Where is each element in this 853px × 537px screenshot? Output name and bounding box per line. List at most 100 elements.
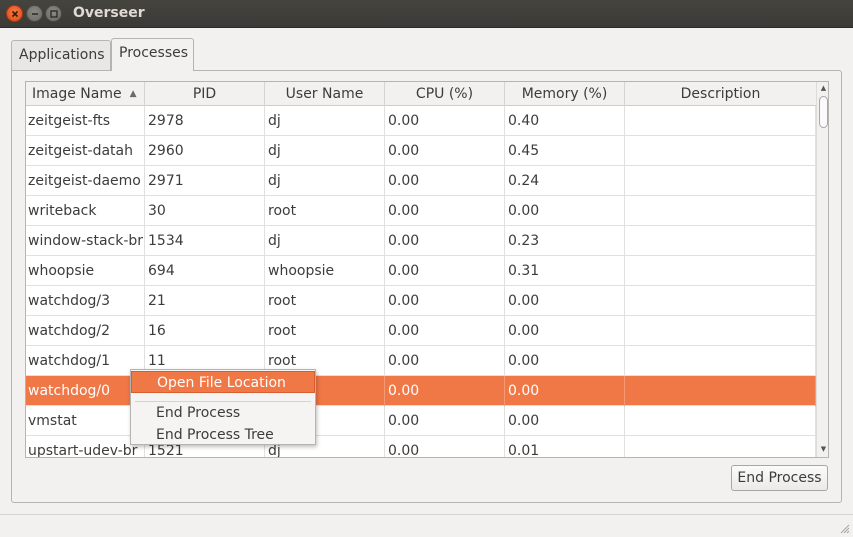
cell-image-name: zeitgeist-daemo (26, 166, 145, 196)
table-row[interactable]: watchdog/3 21 root 0.00 0.00 (26, 286, 816, 316)
table-row[interactable]: whoopsie 694 whoopsie 0.00 0.31 (26, 256, 816, 286)
status-bar (0, 514, 853, 537)
cell-description (625, 286, 816, 316)
cell-cpu: 0.00 (385, 136, 505, 166)
close-icon (11, 10, 19, 18)
column-header-memory[interactable]: Memory (%) (505, 82, 625, 106)
cell-memory: 0.00 (505, 196, 625, 226)
cell-cpu: 0.00 (385, 196, 505, 226)
cell-memory: 0.45 (505, 136, 625, 166)
scroll-down-icon[interactable]: ▼ (819, 445, 828, 454)
cell-memory: 0.00 (505, 346, 625, 376)
cell-image-name: watchdog/0 (26, 376, 145, 406)
cell-memory: 0.31 (505, 256, 625, 286)
table-row[interactable]: window-stack-br 1534 dj 0.00 0.23 (26, 226, 816, 256)
cell-user-name: dj (265, 136, 385, 166)
cell-image-name: upstart-udev-br (26, 436, 145, 457)
cell-image-name: watchdog/1 (26, 346, 145, 376)
tab-applications[interactable]: Applications (11, 40, 111, 70)
cell-user-name: whoopsie (265, 256, 385, 286)
table-row[interactable]: zeitgeist-daemo 2971 dj 0.00 0.24 (26, 166, 816, 196)
menu-item-end-process[interactable]: End Process (131, 402, 315, 424)
table-row[interactable]: writeback 30 root 0.00 0.00 (26, 196, 816, 226)
column-header-user-name[interactable]: User Name (265, 82, 385, 106)
cell-pid: 2971 (145, 166, 265, 196)
sort-ascending-icon: ▲ (129, 89, 137, 99)
column-header-description[interactable]: Description (625, 82, 816, 106)
cell-image-name: zeitgeist-fts (26, 106, 145, 136)
cell-user-name: root (265, 316, 385, 346)
column-label: Image Name (32, 86, 122, 102)
cell-cpu: 0.00 (385, 166, 505, 196)
cell-pid: 2978 (145, 106, 265, 136)
cell-description (625, 256, 816, 286)
minimize-icon (32, 13, 38, 15)
cell-cpu: 0.00 (385, 286, 505, 316)
cell-memory: 0.01 (505, 436, 625, 457)
maximize-window-button[interactable] (45, 5, 62, 22)
cell-cpu: 0.00 (385, 316, 505, 346)
cell-cpu: 0.00 (385, 226, 505, 256)
cell-image-name: writeback (26, 196, 145, 226)
scroll-up-icon[interactable]: ▲ (819, 84, 828, 93)
cell-description (625, 376, 816, 406)
cell-description (625, 106, 816, 136)
cell-description (625, 196, 816, 226)
cell-memory: 0.00 (505, 406, 625, 436)
cell-cpu: 0.00 (385, 346, 505, 376)
cell-description (625, 226, 816, 256)
cell-image-name: window-stack-br (26, 226, 145, 256)
column-header-pid[interactable]: PID (145, 82, 265, 106)
cell-pid: 21 (145, 286, 265, 316)
cell-image-name: watchdog/2 (26, 316, 145, 346)
tab-processes[interactable]: Processes (111, 38, 194, 71)
cell-pid: 694 (145, 256, 265, 286)
cell-user-name: root (265, 286, 385, 316)
cell-memory: 0.24 (505, 166, 625, 196)
vertical-scrollbar[interactable]: ▲ ▼ (816, 82, 828, 457)
cell-description (625, 436, 816, 457)
cell-memory: 0.00 (505, 286, 625, 316)
window-title: Overseer (73, 5, 145, 21)
end-process-button[interactable]: End Process (731, 465, 828, 491)
resize-grip-icon[interactable] (840, 524, 850, 534)
cell-cpu: 0.00 (385, 376, 505, 406)
minimize-window-button[interactable] (26, 5, 43, 22)
maximize-icon (50, 10, 58, 18)
cell-description (625, 406, 816, 436)
table-row[interactable]: watchdog/2 16 root 0.00 0.00 (26, 316, 816, 346)
column-header-cpu[interactable]: CPU (%) (385, 82, 505, 106)
cell-pid: 1534 (145, 226, 265, 256)
cell-cpu: 0.00 (385, 436, 505, 457)
cell-memory: 0.00 (505, 376, 625, 406)
table-row[interactable]: zeitgeist-fts 2978 dj 0.00 0.40 (26, 106, 816, 136)
cell-memory: 0.40 (505, 106, 625, 136)
cell-memory: 0.23 (505, 226, 625, 256)
cell-cpu: 0.00 (385, 106, 505, 136)
cell-image-name: watchdog/3 (26, 286, 145, 316)
cell-user-name: dj (265, 106, 385, 136)
cell-image-name: zeitgeist-datah (26, 136, 145, 166)
context-menu: Open File Location End Process End Proce… (130, 369, 316, 445)
cell-description (625, 316, 816, 346)
cell-user-name: dj (265, 226, 385, 256)
cell-image-name: vmstat (26, 406, 145, 436)
scrollbar-thumb[interactable] (819, 96, 828, 128)
menu-item-end-process-tree[interactable]: End Process Tree (131, 424, 315, 446)
column-header-image-name[interactable]: Image Name ▲ (26, 82, 145, 106)
cell-description (625, 166, 816, 196)
cell-user-name: root (265, 196, 385, 226)
cell-cpu: 0.00 (385, 406, 505, 436)
cell-pid: 16 (145, 316, 265, 346)
cell-pid: 30 (145, 196, 265, 226)
menu-item-open-file-location[interactable]: Open File Location (131, 371, 315, 393)
table-row[interactable]: zeitgeist-datah 2960 dj 0.00 0.45 (26, 136, 816, 166)
cell-description (625, 136, 816, 166)
close-window-button[interactable] (6, 5, 23, 22)
cell-user-name: dj (265, 166, 385, 196)
table-header: Image Name ▲ PID User Name CPU (%) Memory… (26, 82, 816, 106)
cell-image-name: whoopsie (26, 256, 145, 286)
cell-memory: 0.00 (505, 316, 625, 346)
cell-description (625, 346, 816, 376)
cell-cpu: 0.00 (385, 256, 505, 286)
